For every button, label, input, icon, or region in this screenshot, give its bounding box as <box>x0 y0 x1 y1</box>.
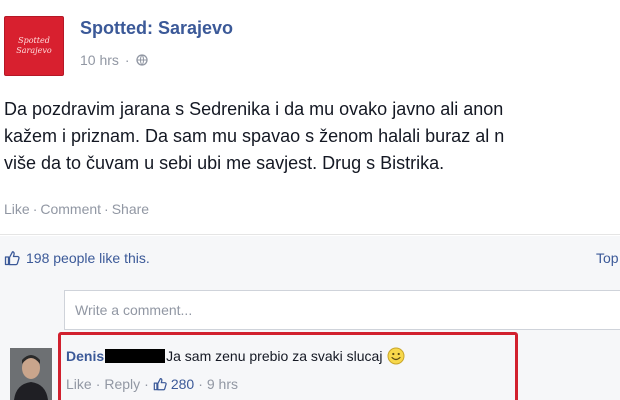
thumbs-up-icon <box>4 251 20 266</box>
action-separator: · <box>198 376 203 392</box>
likes-count-text[interactable]: 198 people like this. <box>26 250 150 266</box>
post-meta: 10 hrs · <box>80 52 148 68</box>
action-separator: · <box>144 376 149 392</box>
divider <box>0 234 620 235</box>
comment-link[interactable]: Comment <box>40 201 101 217</box>
comment-reply-link[interactable]: Reply <box>104 376 140 392</box>
page-name-link[interactable]: Spotted: Sarajevo <box>80 18 233 39</box>
post-text-line: više da to čuvam u sebi ubi me savjest. … <box>4 153 445 173</box>
action-separator: · <box>32 201 38 217</box>
share-link[interactable]: Share <box>112 201 149 217</box>
write-comment-input[interactable]: Write a comment... <box>64 290 620 330</box>
smiley-icon <box>387 347 405 365</box>
comment-timestamp[interactable]: 9 hrs <box>207 376 238 392</box>
globe-icon[interactable] <box>135 54 148 66</box>
action-separator: · <box>95 376 101 392</box>
avatar-photo <box>10 348 52 400</box>
logo-text-line-1: Spotted <box>18 36 50 45</box>
post-text-line: Da pozdravim jarana s Sedrenika i da mu … <box>4 99 504 119</box>
comment-like-count[interactable]: 280 <box>171 376 194 392</box>
comment-like-link[interactable]: Like <box>66 376 92 392</box>
logo-text-line-2: Sarajevo <box>16 46 52 55</box>
comment-line: Denis Ja sam zenu prebio za svaki slucaj <box>66 347 405 365</box>
post-actions: Like · Comment · Share <box>4 201 149 217</box>
page-logo[interactable]: Spotted Sarajevo <box>4 16 64 76</box>
post-timestamp[interactable]: 10 hrs <box>80 52 119 68</box>
action-separator: · <box>104 201 109 217</box>
post-text: Da pozdravim jarana s Sedrenika i da mu … <box>4 96 620 177</box>
likes-summary[interactable]: 198 people like this. <box>4 250 150 266</box>
commenter-avatar[interactable] <box>10 348 52 400</box>
commenter-name-link[interactable]: Denis <box>66 348 104 364</box>
comment-text: Ja sam zenu prebio za svaki slucaj <box>166 348 383 364</box>
top-comments-link[interactable]: Top <box>596 250 619 266</box>
redaction-bar <box>105 349 166 363</box>
post-text-line: kažem i priznam. Da sam mu spavao s ženo… <box>4 126 505 146</box>
thumbs-up-icon <box>153 377 167 391</box>
comment-actions: Like · Reply · 280 · 9 hrs <box>66 376 238 392</box>
like-link[interactable]: Like <box>4 201 30 217</box>
meta-separator: · <box>124 52 130 68</box>
